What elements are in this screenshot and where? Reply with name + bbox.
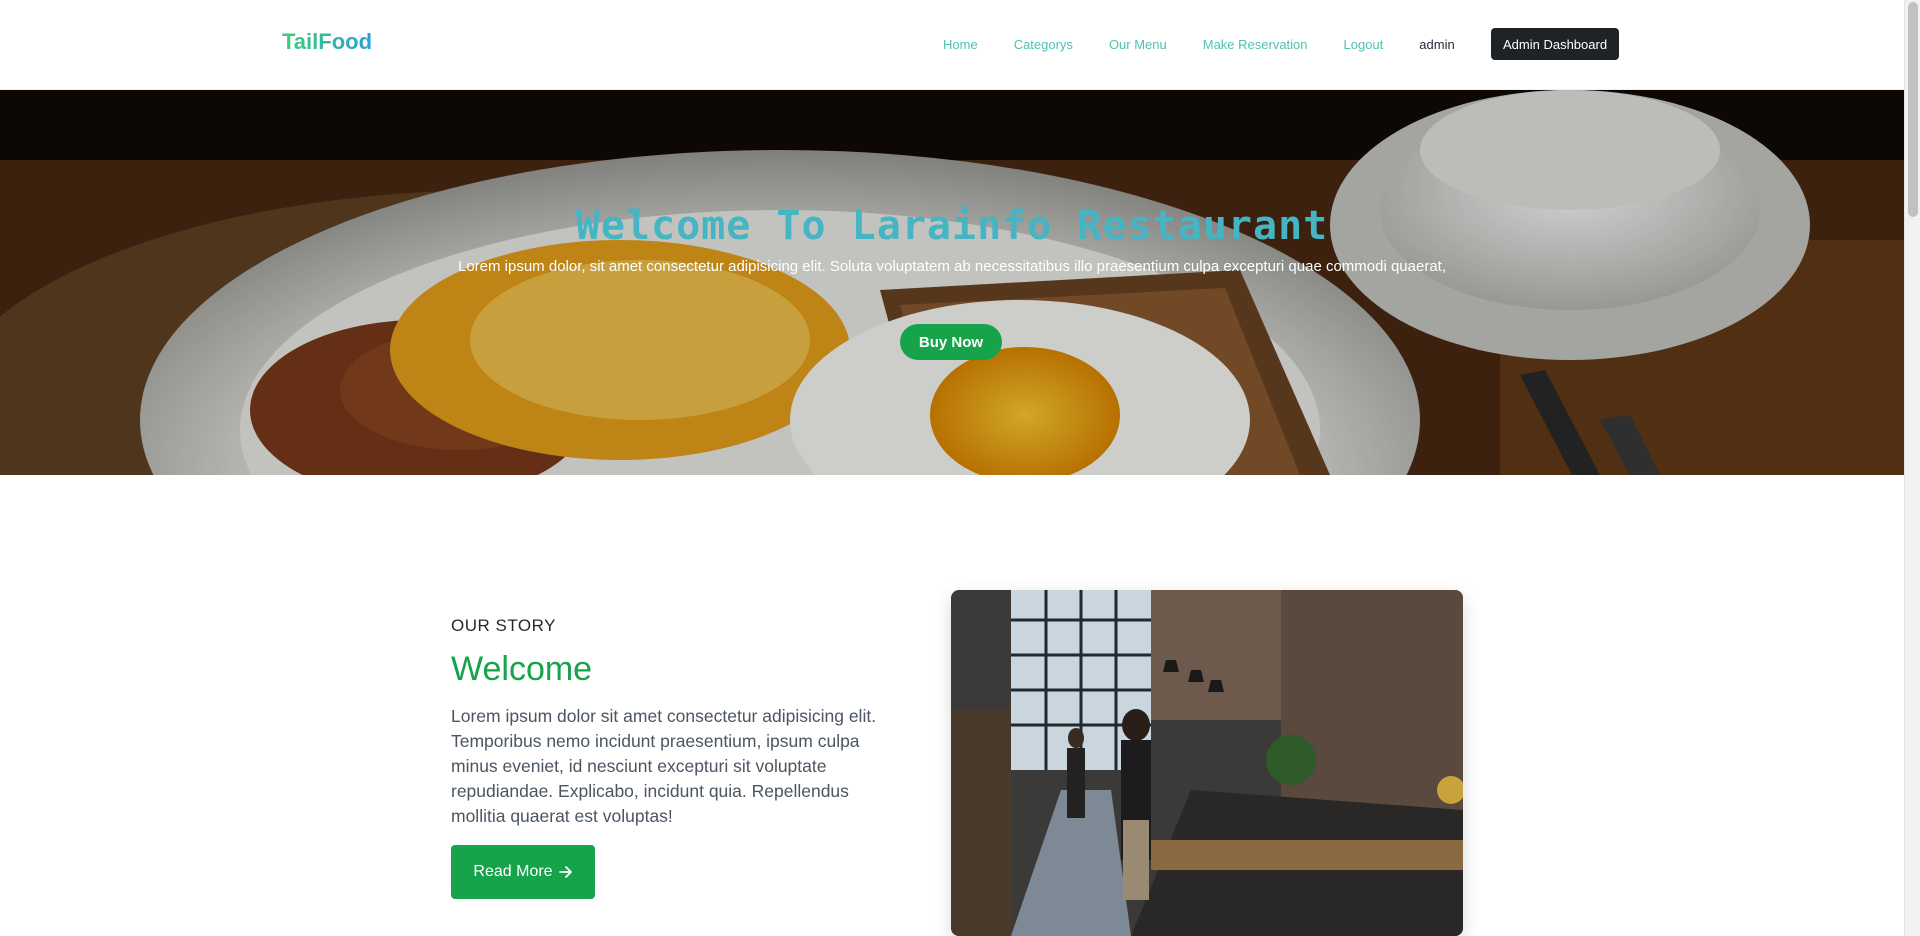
restaurant-interior-image — [951, 590, 1463, 936]
arrow-right-icon — [558, 866, 572, 878]
nav-link-home[interactable]: Home — [943, 37, 978, 52]
read-more-button[interactable]: Read More — [451, 845, 595, 899]
page: TailFood Home Categorys Our Menu Make Re… — [0, 0, 1920, 936]
nav-link-categories[interactable]: Categorys — [1014, 37, 1073, 52]
nav-links: Home Categorys Our Menu Make Reservation… — [943, 0, 1455, 88]
brand-logo[interactable]: TailFood — [282, 29, 372, 55]
nav-link-make-reservation[interactable]: Make Reservation — [1203, 37, 1308, 52]
story-title: Welcome — [451, 650, 593, 688]
page-scrollbar[interactable] — [1904, 0, 1920, 936]
hero-title: Welcome To Larainfo Restaurant — [575, 203, 1329, 249]
buy-now-button[interactable]: Buy Now — [900, 324, 1002, 360]
hero-subtitle: Lorem ipsum dolor, sit amet consectetur … — [457, 258, 1447, 275]
story-body: Lorem ipsum dolor sit amet consectetur a… — [451, 706, 877, 826]
nav-link-logout[interactable]: Logout — [1344, 37, 1384, 52]
story-kicker: OUR STORY — [451, 616, 556, 635]
user-name: admin — [1419, 36, 1455, 52]
read-more-label: Read More — [473, 863, 553, 880]
navbar: TailFood Home Categorys Our Menu Make Re… — [0, 0, 1904, 90]
scrollbar-thumb[interactable] — [1908, 2, 1918, 217]
hero-overlay — [0, 90, 1904, 475]
hero-banner: Welcome To Larainfo Restaurant Lorem ips… — [0, 90, 1904, 475]
admin-dashboard-button[interactable]: Admin Dashboard — [1491, 28, 1620, 60]
nav-link-our-menu[interactable]: Our Menu — [1109, 37, 1167, 52]
